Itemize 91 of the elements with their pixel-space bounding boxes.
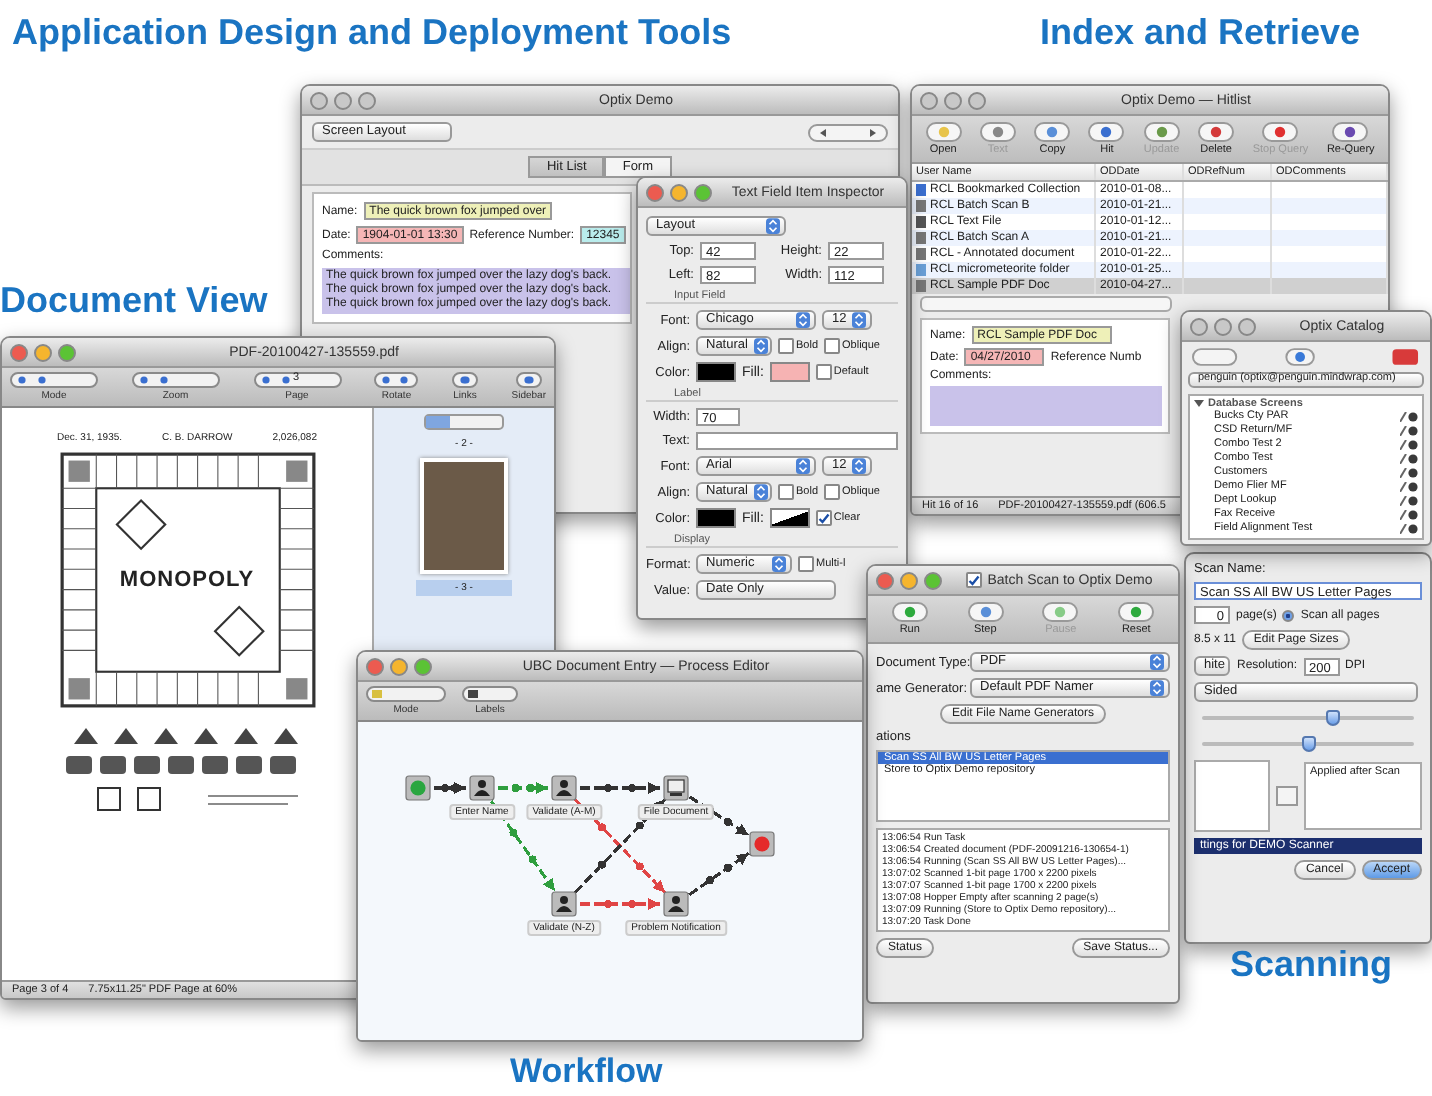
move-button[interactable] [1276, 786, 1298, 806]
toolbar-icons[interactable] [1192, 348, 1420, 366]
close-button[interactable] [646, 183, 664, 201]
close-button[interactable] [366, 657, 384, 675]
close-button[interactable] [920, 91, 938, 109]
toolbar-icon [1198, 122, 1235, 142]
person-node[interactable] [663, 891, 689, 917]
board-title: MONOPOLY [119, 568, 255, 592]
zoom-button[interactable] [414, 657, 432, 675]
toolbar-icon [1118, 602, 1155, 622]
person-node[interactable] [551, 891, 577, 917]
checkbox[interactable] [778, 484, 794, 500]
popup-arrows-icon [772, 556, 786, 572]
toolbar-icon [1332, 122, 1369, 142]
popup-arrows-icon [852, 458, 867, 474]
popup-arrows-icon [753, 484, 768, 500]
section-heading: Application Design and Deployment Tools [12, 12, 732, 54]
minimize-button[interactable] [944, 91, 962, 109]
minimize-button[interactable] [1214, 317, 1232, 335]
filter-list[interactable] [1194, 760, 1270, 832]
fill-swatch[interactable] [769, 362, 810, 382]
minimize-button[interactable] [900, 571, 918, 589]
color-swatch[interactable] [696, 362, 736, 382]
popup-arrows-icon [796, 458, 810, 474]
toolbar-icons[interactable] [131, 372, 220, 388]
toolbar-icon [891, 602, 928, 622]
fill-swatch[interactable] [769, 508, 810, 528]
flow-arrow[interactable] [688, 851, 750, 897]
flow-arrow[interactable] [580, 782, 660, 794]
zoom-button[interactable] [694, 183, 712, 201]
comments-field[interactable] [930, 386, 1162, 426]
zoom-button[interactable] [358, 91, 376, 109]
checkbox[interactable] [778, 338, 794, 354]
close-button[interactable] [876, 571, 894, 589]
section-heading: Document View [0, 280, 268, 322]
flow-arrow[interactable] [434, 782, 466, 794]
toolbar-icons[interactable] [515, 372, 542, 388]
photo-placeholder [420, 458, 508, 574]
popup-arrows-icon [753, 338, 768, 354]
disclosure-triangle-icon[interactable] [1194, 398, 1204, 408]
checkbox[interactable] [824, 338, 841, 354]
person-node[interactable] [469, 775, 495, 801]
section-heading: Index and Retrieve [1040, 12, 1361, 54]
toolbar-icon [925, 122, 962, 142]
popup-arrows-icon [1150, 680, 1164, 696]
start-node[interactable] [405, 775, 431, 801]
popup-arrows-icon [766, 218, 780, 234]
text-field[interactable] [696, 432, 898, 450]
toolbar-icons[interactable] [10, 372, 98, 388]
zoom-button[interactable] [924, 571, 942, 589]
toolbar-icon [979, 122, 1016, 142]
slider-thumb[interactable] [1326, 710, 1341, 726]
end-node[interactable] [749, 831, 775, 857]
person-node[interactable] [551, 775, 577, 801]
popup-arrows-icon [1150, 654, 1164, 670]
toolbar-icons[interactable] [462, 686, 518, 702]
checkbox[interactable] [815, 510, 832, 526]
close-button[interactable] [1190, 317, 1208, 335]
scroll-bar[interactable] [920, 296, 1172, 312]
checkbox[interactable] [824, 484, 841, 500]
checkbox[interactable] [798, 556, 814, 572]
checkbox[interactable] [815, 364, 832, 380]
section-heading: Workflow [510, 1052, 663, 1092]
minimize-button[interactable] [34, 343, 52, 361]
section-heading: Scanning [1230, 944, 1393, 986]
toolbar-icons[interactable] [253, 372, 341, 388]
minimize-button[interactable] [670, 183, 688, 201]
zoom-button[interactable] [1238, 317, 1256, 335]
toolbar-icons[interactable] [452, 372, 478, 388]
close-button[interactable] [10, 343, 28, 361]
toolbar-icon [1042, 602, 1079, 622]
minimize-button[interactable] [334, 91, 352, 109]
slider-thumb[interactable] [1301, 736, 1315, 752]
toolbar-icon [1034, 122, 1071, 142]
view-mode-icons[interactable] [424, 414, 504, 430]
checkbox[interactable] [965, 572, 982, 588]
toolbar-icons[interactable] [374, 372, 419, 388]
minimize-button[interactable] [390, 657, 408, 675]
computer-node[interactable] [663, 775, 689, 801]
zoom-button[interactable] [58, 343, 76, 361]
toolbar-icon [1143, 122, 1180, 142]
toolbar-icon [1262, 122, 1299, 142]
navigation-icon[interactable] [808, 123, 888, 141]
popup-arrows-icon [796, 312, 810, 328]
radio-button[interactable] [1282, 609, 1295, 621]
toolbar-icon [967, 602, 1004, 622]
zoom-button[interactable] [968, 91, 986, 109]
toolbar-icon [1088, 122, 1125, 142]
color-swatch[interactable] [696, 508, 736, 528]
close-button[interactable] [310, 91, 328, 109]
popup-arrows-icon [852, 312, 867, 328]
